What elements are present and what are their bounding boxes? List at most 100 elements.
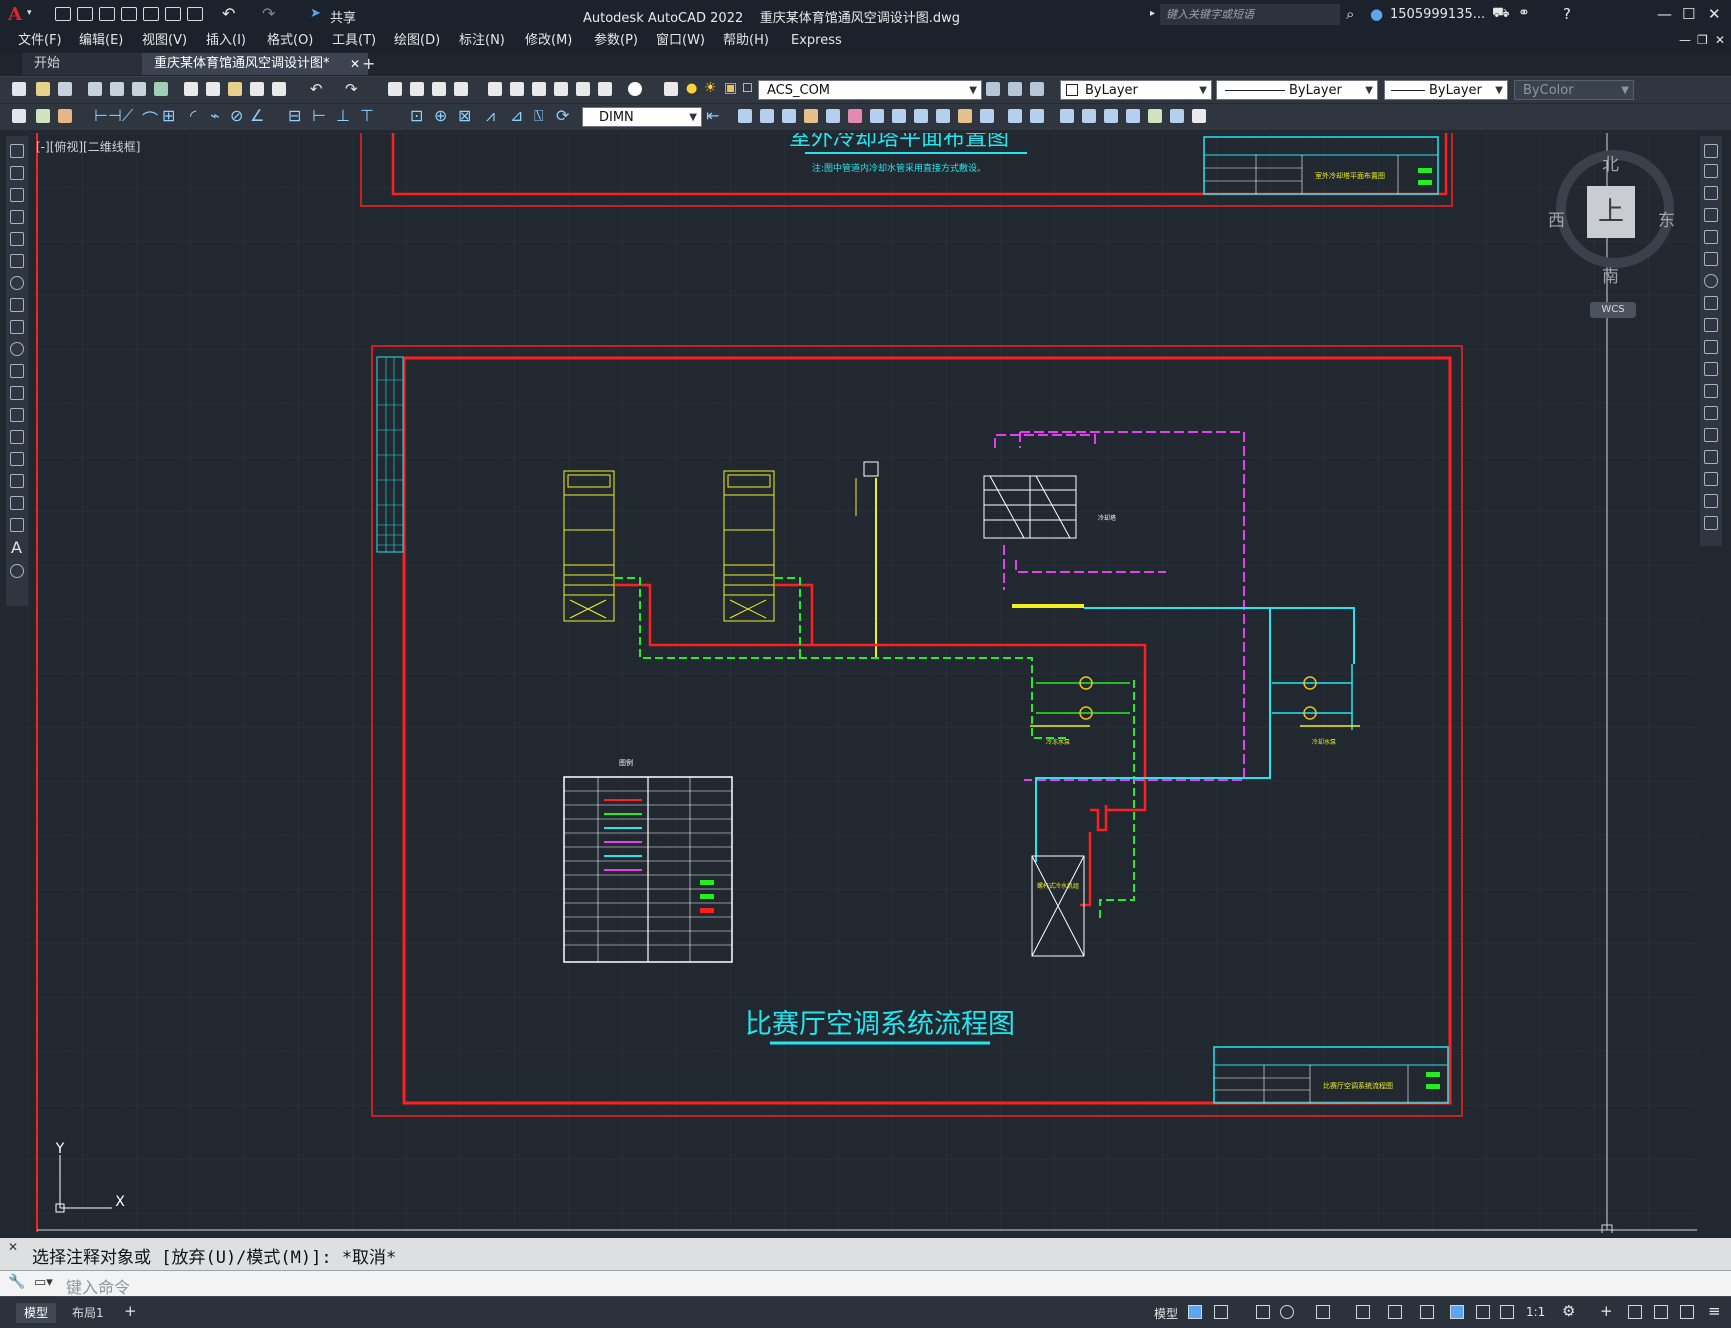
construction-line-icon[interactable] <box>10 166 24 180</box>
menu-view[interactable]: 视图(V) <box>136 30 193 52</box>
save-icon[interactable] <box>99 7 115 21</box>
properties-icon[interactable] <box>488 82 502 96</box>
hatch-icon[interactable] <box>10 452 24 466</box>
modify-icon-20[interactable] <box>1170 109 1184 123</box>
linetype-select[interactable]: ByLayer ▼ <box>1216 80 1378 100</box>
layer-state-icon[interactable] <box>1030 82 1044 96</box>
doc-minimize-icon[interactable]: — <box>1679 33 1691 47</box>
insert-block-icon[interactable] <box>10 386 24 400</box>
modify-icon-17[interactable] <box>1104 109 1118 123</box>
save-tb-icon[interactable] <box>58 82 72 96</box>
dim-text-edit-icon[interactable]: ⍂ <box>534 106 544 126</box>
undo-tb-icon[interactable]: ↶ <box>310 80 323 98</box>
break-at-point-icon[interactable] <box>1704 384 1718 398</box>
recent-commands-icon[interactable]: ▭▾ <box>34 1275 53 1290</box>
user-icon[interactable]: ● <box>1370 5 1383 23</box>
tab-start[interactable]: 开始 <box>22 53 160 75</box>
menu-modify[interactable]: 修改(M) <box>519 30 578 52</box>
match-properties-icon[interactable] <box>250 82 264 96</box>
modify-icon-13[interactable] <box>1008 109 1022 123</box>
erase-icon[interactable] <box>1704 144 1718 158</box>
menu-express[interactable]: Express <box>785 30 848 52</box>
lock-icon[interactable]: ▣ <box>724 80 737 96</box>
design-center-icon[interactable] <box>510 82 524 96</box>
cart-icon[interactable]: ⛟ <box>1492 5 1510 23</box>
search-expand-icon[interactable]: ▸ <box>1150 8 1155 19</box>
menu-dimension[interactable]: 标注(N) <box>453 30 511 52</box>
save-web-icon[interactable] <box>165 7 181 21</box>
publish-icon[interactable] <box>132 82 146 96</box>
dim-style-manager-icon[interactable]: ⇤ <box>706 106 719 125</box>
modify-icon-3[interactable] <box>782 109 796 123</box>
text-style-select[interactable]: ACS_COM ▼ <box>758 80 982 100</box>
modify-icon-10[interactable] <box>936 109 950 123</box>
undo-icon[interactable]: ↶ <box>222 4 235 23</box>
print-icon[interactable] <box>88 82 102 96</box>
search-input[interactable]: 键入关键字或短语 <box>1160 4 1340 25</box>
menu-help[interactable]: 帮助(H) <box>717 30 775 52</box>
menu-tools[interactable]: 工具(T) <box>326 30 382 52</box>
center-mark-icon[interactable]: ⊕ <box>434 106 447 125</box>
aligned-dim-icon[interactable]: ⟋ <box>122 106 133 126</box>
menu-draw[interactable]: 绘图(D) <box>388 30 446 52</box>
ellipse-arc-icon[interactable] <box>10 364 24 378</box>
modify-icon-21[interactable] <box>1192 109 1206 123</box>
zoom-previous-icon[interactable] <box>454 82 468 96</box>
customize-icon[interactable]: 🔧 <box>8 1274 25 1290</box>
make-block-icon[interactable] <box>10 408 24 422</box>
point-icon[interactable] <box>10 430 24 444</box>
mirror-icon[interactable] <box>1704 186 1718 200</box>
dim-icon-1[interactable] <box>12 109 26 123</box>
menu-window[interactable]: 窗口(W) <box>650 30 711 52</box>
menu-insert[interactable]: 插入(I) <box>200 30 252 52</box>
user-name[interactable]: 1505999135... <box>1390 7 1485 22</box>
minimize-icon[interactable]: — <box>1657 5 1672 23</box>
doc-restore-icon[interactable]: ❐ <box>1697 33 1708 47</box>
osnap-tracking-icon[interactable] <box>1356 1305 1370 1319</box>
modify-icon-1[interactable] <box>738 109 752 123</box>
offset-icon[interactable] <box>1704 208 1718 222</box>
scale-icon[interactable] <box>1704 296 1718 310</box>
move-icon[interactable] <box>1704 252 1718 266</box>
lineweight-icon[interactable] <box>1420 1305 1434 1319</box>
tool-palettes-icon[interactable] <box>532 82 546 96</box>
modify-icon-11[interactable] <box>958 109 972 123</box>
zoom-realtime-icon[interactable] <box>410 82 424 96</box>
multiline-text-icon[interactable]: A <box>11 538 22 557</box>
menu-edit[interactable]: 编辑(E) <box>73 30 129 52</box>
light-bulb-icon[interactable]: ● <box>686 81 697 96</box>
print-preview-icon[interactable] <box>110 82 124 96</box>
menu-format[interactable]: 格式(O) <box>261 30 319 52</box>
circle-icon[interactable] <box>10 276 24 290</box>
copy-icon[interactable] <box>206 82 220 96</box>
join-icon[interactable] <box>1704 428 1718 442</box>
tab-drawing[interactable]: 重庆某体育馆通风空调设计图* ✕ <box>142 53 368 75</box>
zoom-window-icon[interactable] <box>432 82 446 96</box>
gradient-icon[interactable] <box>10 474 24 488</box>
pan-icon[interactable] <box>388 82 402 96</box>
revision-cloud-icon[interactable] <box>10 298 24 312</box>
tab-close-icon[interactable]: ✕ <box>350 53 360 75</box>
new-tab-icon[interactable]: + <box>362 54 375 73</box>
annotation-visibility-icon[interactable] <box>1450 1305 1464 1319</box>
modify-icon-12[interactable] <box>980 109 994 123</box>
viewport-controls[interactable]: [-][俯视][二维线框] <box>36 138 140 155</box>
ellipse-icon[interactable] <box>10 342 24 356</box>
fillet-icon[interactable] <box>1704 472 1718 486</box>
help-tb-icon[interactable] <box>628 82 642 96</box>
model-space-button[interactable]: 模型 <box>1154 1305 1178 1322</box>
workspace-gear-icon[interactable]: ⚙ <box>1562 1302 1575 1320</box>
layer-previous-icon[interactable] <box>1008 82 1022 96</box>
auto-scale-icon[interactable] <box>1476 1305 1490 1319</box>
cut-icon[interactable] <box>184 82 198 96</box>
sun-icon[interactable]: ☀ <box>704 80 717 96</box>
autocad-logo-icon[interactable]: A <box>8 4 22 25</box>
layout1-tab[interactable]: 布局1 <box>64 1303 112 1323</box>
modify-icon-14[interactable] <box>1030 109 1044 123</box>
block-editor-icon[interactable] <box>272 82 286 96</box>
share-button[interactable]: 共享 <box>330 7 356 26</box>
polyline-icon[interactable] <box>10 188 24 202</box>
add-selected-icon[interactable] <box>10 564 24 578</box>
lineweight-select[interactable]: ByLayer ▼ <box>1384 80 1508 100</box>
region-icon[interactable] <box>10 496 24 510</box>
